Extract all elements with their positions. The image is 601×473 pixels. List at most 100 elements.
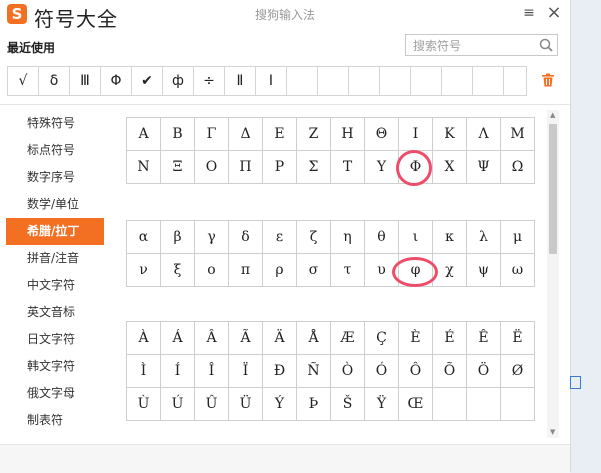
symbol-cell[interactable]: Å <box>297 322 331 355</box>
symbol-cell[interactable]: Ι <box>399 118 433 151</box>
symbol-cell[interactable]: φ <box>399 254 433 287</box>
symbol-cell[interactable]: Ó <box>365 355 399 388</box>
symbol-cell[interactable]: ψ <box>467 254 501 287</box>
recent-symbol-cell[interactable] <box>287 67 318 95</box>
scrollbar-thumb[interactable] <box>549 124 557 254</box>
recent-symbol-cell[interactable]: ÷ <box>194 67 225 95</box>
symbol-cell[interactable]: Ú <box>161 388 195 421</box>
symbol-cell[interactable]: Ì <box>127 355 161 388</box>
symbol-cell[interactable]: Û <box>195 388 229 421</box>
symbol-cell[interactable]: Π <box>229 151 263 184</box>
symbol-cell[interactable]: Ø <box>501 355 535 388</box>
symbol-cell[interactable]: Á <box>161 322 195 355</box>
recent-symbol-cell[interactable] <box>504 67 534 95</box>
symbol-cell[interactable]: Δ <box>229 118 263 151</box>
symbol-cell[interactable]: Υ <box>365 151 399 184</box>
recent-symbol-cell[interactable] <box>442 67 473 95</box>
symbol-cell[interactable]: Ψ <box>467 151 501 184</box>
symbol-cell[interactable]: Ρ <box>263 151 297 184</box>
symbol-cell[interactable]: Θ <box>365 118 399 151</box>
symbol-cell[interactable]: Î <box>195 355 229 388</box>
symbol-cell[interactable]: γ <box>195 221 229 254</box>
symbol-cell[interactable]: Ù <box>127 388 161 421</box>
recent-symbol-cell[interactable]: ✔ <box>132 67 163 95</box>
symbol-cell[interactable]: À <box>127 322 161 355</box>
symbol-cell[interactable]: υ <box>365 254 399 287</box>
symbol-cell[interactable]: Ñ <box>297 355 331 388</box>
symbol-cell[interactable]: Ý <box>263 388 297 421</box>
symbol-cell[interactable]: Ô <box>399 355 433 388</box>
symbol-cell[interactable]: α <box>127 221 161 254</box>
symbol-cell[interactable]: Σ <box>297 151 331 184</box>
symbol-cell[interactable]: π <box>229 254 263 287</box>
recent-symbol-cell[interactable] <box>380 67 411 95</box>
symbol-cell[interactable]: Ü <box>229 388 263 421</box>
symbol-cell[interactable]: ω <box>501 254 535 287</box>
search-input[interactable] <box>411 36 535 56</box>
symbol-cell[interactable]: Ê <box>467 322 501 355</box>
recent-symbol-cell[interactable]: √ <box>8 67 39 95</box>
symbol-cell[interactable]: Ï <box>229 355 263 388</box>
symbol-cell[interactable]: θ <box>365 221 399 254</box>
sidebar-item-category[interactable]: 英文音标 <box>0 299 110 326</box>
symbol-cell[interactable]: Ö <box>467 355 501 388</box>
symbol-cell[interactable]: Ν <box>127 151 161 184</box>
symbol-cell[interactable]: Φ <box>399 151 433 184</box>
symbol-cell[interactable]: Ο <box>195 151 229 184</box>
symbol-cell[interactable]: Ä <box>263 322 297 355</box>
symbol-cell[interactable]: Â <box>195 322 229 355</box>
symbol-cell[interactable]: Ð <box>263 355 297 388</box>
symbol-cell[interactable]: ρ <box>263 254 297 287</box>
symbol-cell[interactable]: Η <box>331 118 365 151</box>
symbol-cell[interactable]: β <box>161 221 195 254</box>
recent-symbol-cell[interactable]: δ <box>39 67 70 95</box>
sidebar-item-category[interactable]: 日文字符 <box>0 326 110 353</box>
symbol-cell[interactable]: λ <box>467 221 501 254</box>
symbol-cell[interactable]: χ <box>433 254 467 287</box>
symbol-cell[interactable]: Α <box>127 118 161 151</box>
sidebar-item-category[interactable]: 中文字符 <box>0 272 110 299</box>
recent-symbol-cell[interactable]: ф <box>163 67 194 95</box>
symbol-cell[interactable]: Ζ <box>297 118 331 151</box>
symbol-cell[interactable]: Χ <box>433 151 467 184</box>
symbol-cell[interactable]: ν <box>127 254 161 287</box>
symbol-cell[interactable]: η <box>331 221 365 254</box>
recent-symbol-cell[interactable] <box>349 67 380 95</box>
symbol-cell[interactable]: Ë <box>501 322 535 355</box>
symbol-cell[interactable]: Ξ <box>161 151 195 184</box>
symbol-cell[interactable]: Μ <box>501 118 535 151</box>
symbol-cell[interactable]: τ <box>331 254 365 287</box>
symbol-cell[interactable]: É <box>433 322 467 355</box>
recent-symbol-cell[interactable] <box>318 67 349 95</box>
sidebar-item-category[interactable]: 标点符号 <box>0 137 110 164</box>
symbol-cell[interactable]: Ç <box>365 322 399 355</box>
symbol-cell[interactable]: Ò <box>331 355 365 388</box>
scroll-up-icon[interactable]: ▲ <box>550 112 556 119</box>
symbol-cell[interactable]: Τ <box>331 151 365 184</box>
symbol-cell[interactable]: μ <box>501 221 535 254</box>
symbol-cell[interactable]: Ω <box>501 151 535 184</box>
symbol-cell[interactable]: ε <box>263 221 297 254</box>
symbol-cell[interactable]: Λ <box>467 118 501 151</box>
trash-icon[interactable] <box>541 73 555 87</box>
sidebar-item-category[interactable]: 制表符 <box>0 407 110 434</box>
symbol-cell[interactable]: ζ <box>297 221 331 254</box>
recent-symbol-cell[interactable] <box>411 67 442 95</box>
scroll-down-icon[interactable]: ▼ <box>550 429 556 436</box>
sidebar-item-category[interactable]: 数学/单位 <box>0 191 110 218</box>
sidebar-item-category[interactable]: 拼音/注音 <box>0 245 110 272</box>
recent-symbol-cell[interactable] <box>473 67 504 95</box>
symbol-cell[interactable]: Β <box>161 118 195 151</box>
symbol-cell[interactable]: Þ <box>297 388 331 421</box>
sidebar-item-category[interactable]: 特殊符号 <box>0 110 110 137</box>
symbol-cell[interactable]: κ <box>433 221 467 254</box>
sidebar-item-category[interactable]: 韩文字符 <box>0 353 110 380</box>
symbol-cell[interactable]: ξ <box>161 254 195 287</box>
symbol-cell[interactable]: Í <box>161 355 195 388</box>
symbol-cell[interactable]: Γ <box>195 118 229 151</box>
search-icon[interactable] <box>539 38 553 52</box>
symbol-cell[interactable]: È <box>399 322 433 355</box>
symbol-cell[interactable]: ο <box>195 254 229 287</box>
symbol-cell[interactable]: Œ <box>399 388 433 421</box>
recent-symbol-cell[interactable]: Φ <box>101 67 132 95</box>
